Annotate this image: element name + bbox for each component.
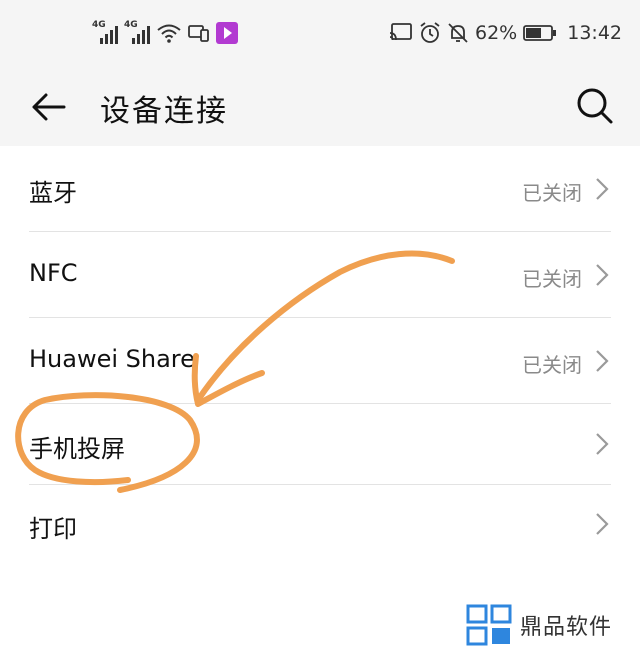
search-button[interactable] bbox=[572, 83, 618, 129]
settings-item-huawei-share[interactable]: Huawei Share 已关闭 bbox=[0, 318, 640, 403]
settings-item-label: 蓝牙 bbox=[29, 179, 77, 207]
cast-icon bbox=[389, 23, 412, 41]
battery-percent: 62% bbox=[475, 22, 518, 44]
cellular-signal-icon: 4G bbox=[124, 20, 150, 44]
status-bar: 4G 4G 62% 13:42 bbox=[0, 0, 640, 72]
multi-screen-icon bbox=[188, 25, 209, 42]
settings-item-screen-projection[interactable]: 手机投屏 bbox=[0, 404, 640, 484]
back-arrow-icon bbox=[32, 93, 66, 121]
settings-item-bluetooth[interactable]: 蓝牙 已关闭 bbox=[0, 146, 640, 231]
status-right: 62% 13:42 bbox=[389, 22, 622, 44]
watermark-logo-icon bbox=[466, 604, 512, 646]
settings-item-label: NFC bbox=[29, 259, 78, 287]
settings-item-status: 已关闭 bbox=[522, 181, 582, 205]
alarm-icon bbox=[420, 22, 440, 43]
search-icon bbox=[577, 88, 613, 124]
watermark-text: 鼎品软件 bbox=[520, 615, 613, 640]
watermark: 鼎品软件 bbox=[466, 604, 612, 646]
chevron-right-icon bbox=[596, 513, 609, 535]
do-not-disturb-icon bbox=[448, 23, 468, 43]
page-title: 设备连接 bbox=[100, 94, 228, 129]
cellular-signal-icon: 4G bbox=[92, 20, 118, 44]
chevron-right-icon bbox=[596, 264, 609, 286]
video-app-icon bbox=[216, 22, 238, 44]
chevron-right-icon bbox=[596, 178, 609, 200]
settings-item-nfc[interactable]: NFC 已关闭 bbox=[0, 232, 640, 317]
settings-item-status: 已关闭 bbox=[522, 267, 582, 291]
back-button[interactable] bbox=[28, 85, 72, 129]
status-left: 4G 4G bbox=[92, 20, 238, 44]
battery-icon bbox=[523, 25, 557, 41]
clock-time: 13:42 bbox=[567, 22, 622, 44]
settings-item-label: 手机投屏 bbox=[29, 435, 125, 463]
settings-item-label: 打印 bbox=[29, 515, 77, 543]
app-bar: 设备连接 bbox=[0, 72, 640, 146]
settings-item-label: Huawei Share bbox=[29, 345, 195, 373]
settings-item-print[interactable]: 打印 bbox=[0, 485, 640, 565]
wifi-icon bbox=[157, 24, 181, 43]
chevron-right-icon bbox=[596, 433, 609, 455]
settings-item-status: 已关闭 bbox=[522, 353, 582, 377]
chevron-right-icon bbox=[596, 350, 609, 372]
